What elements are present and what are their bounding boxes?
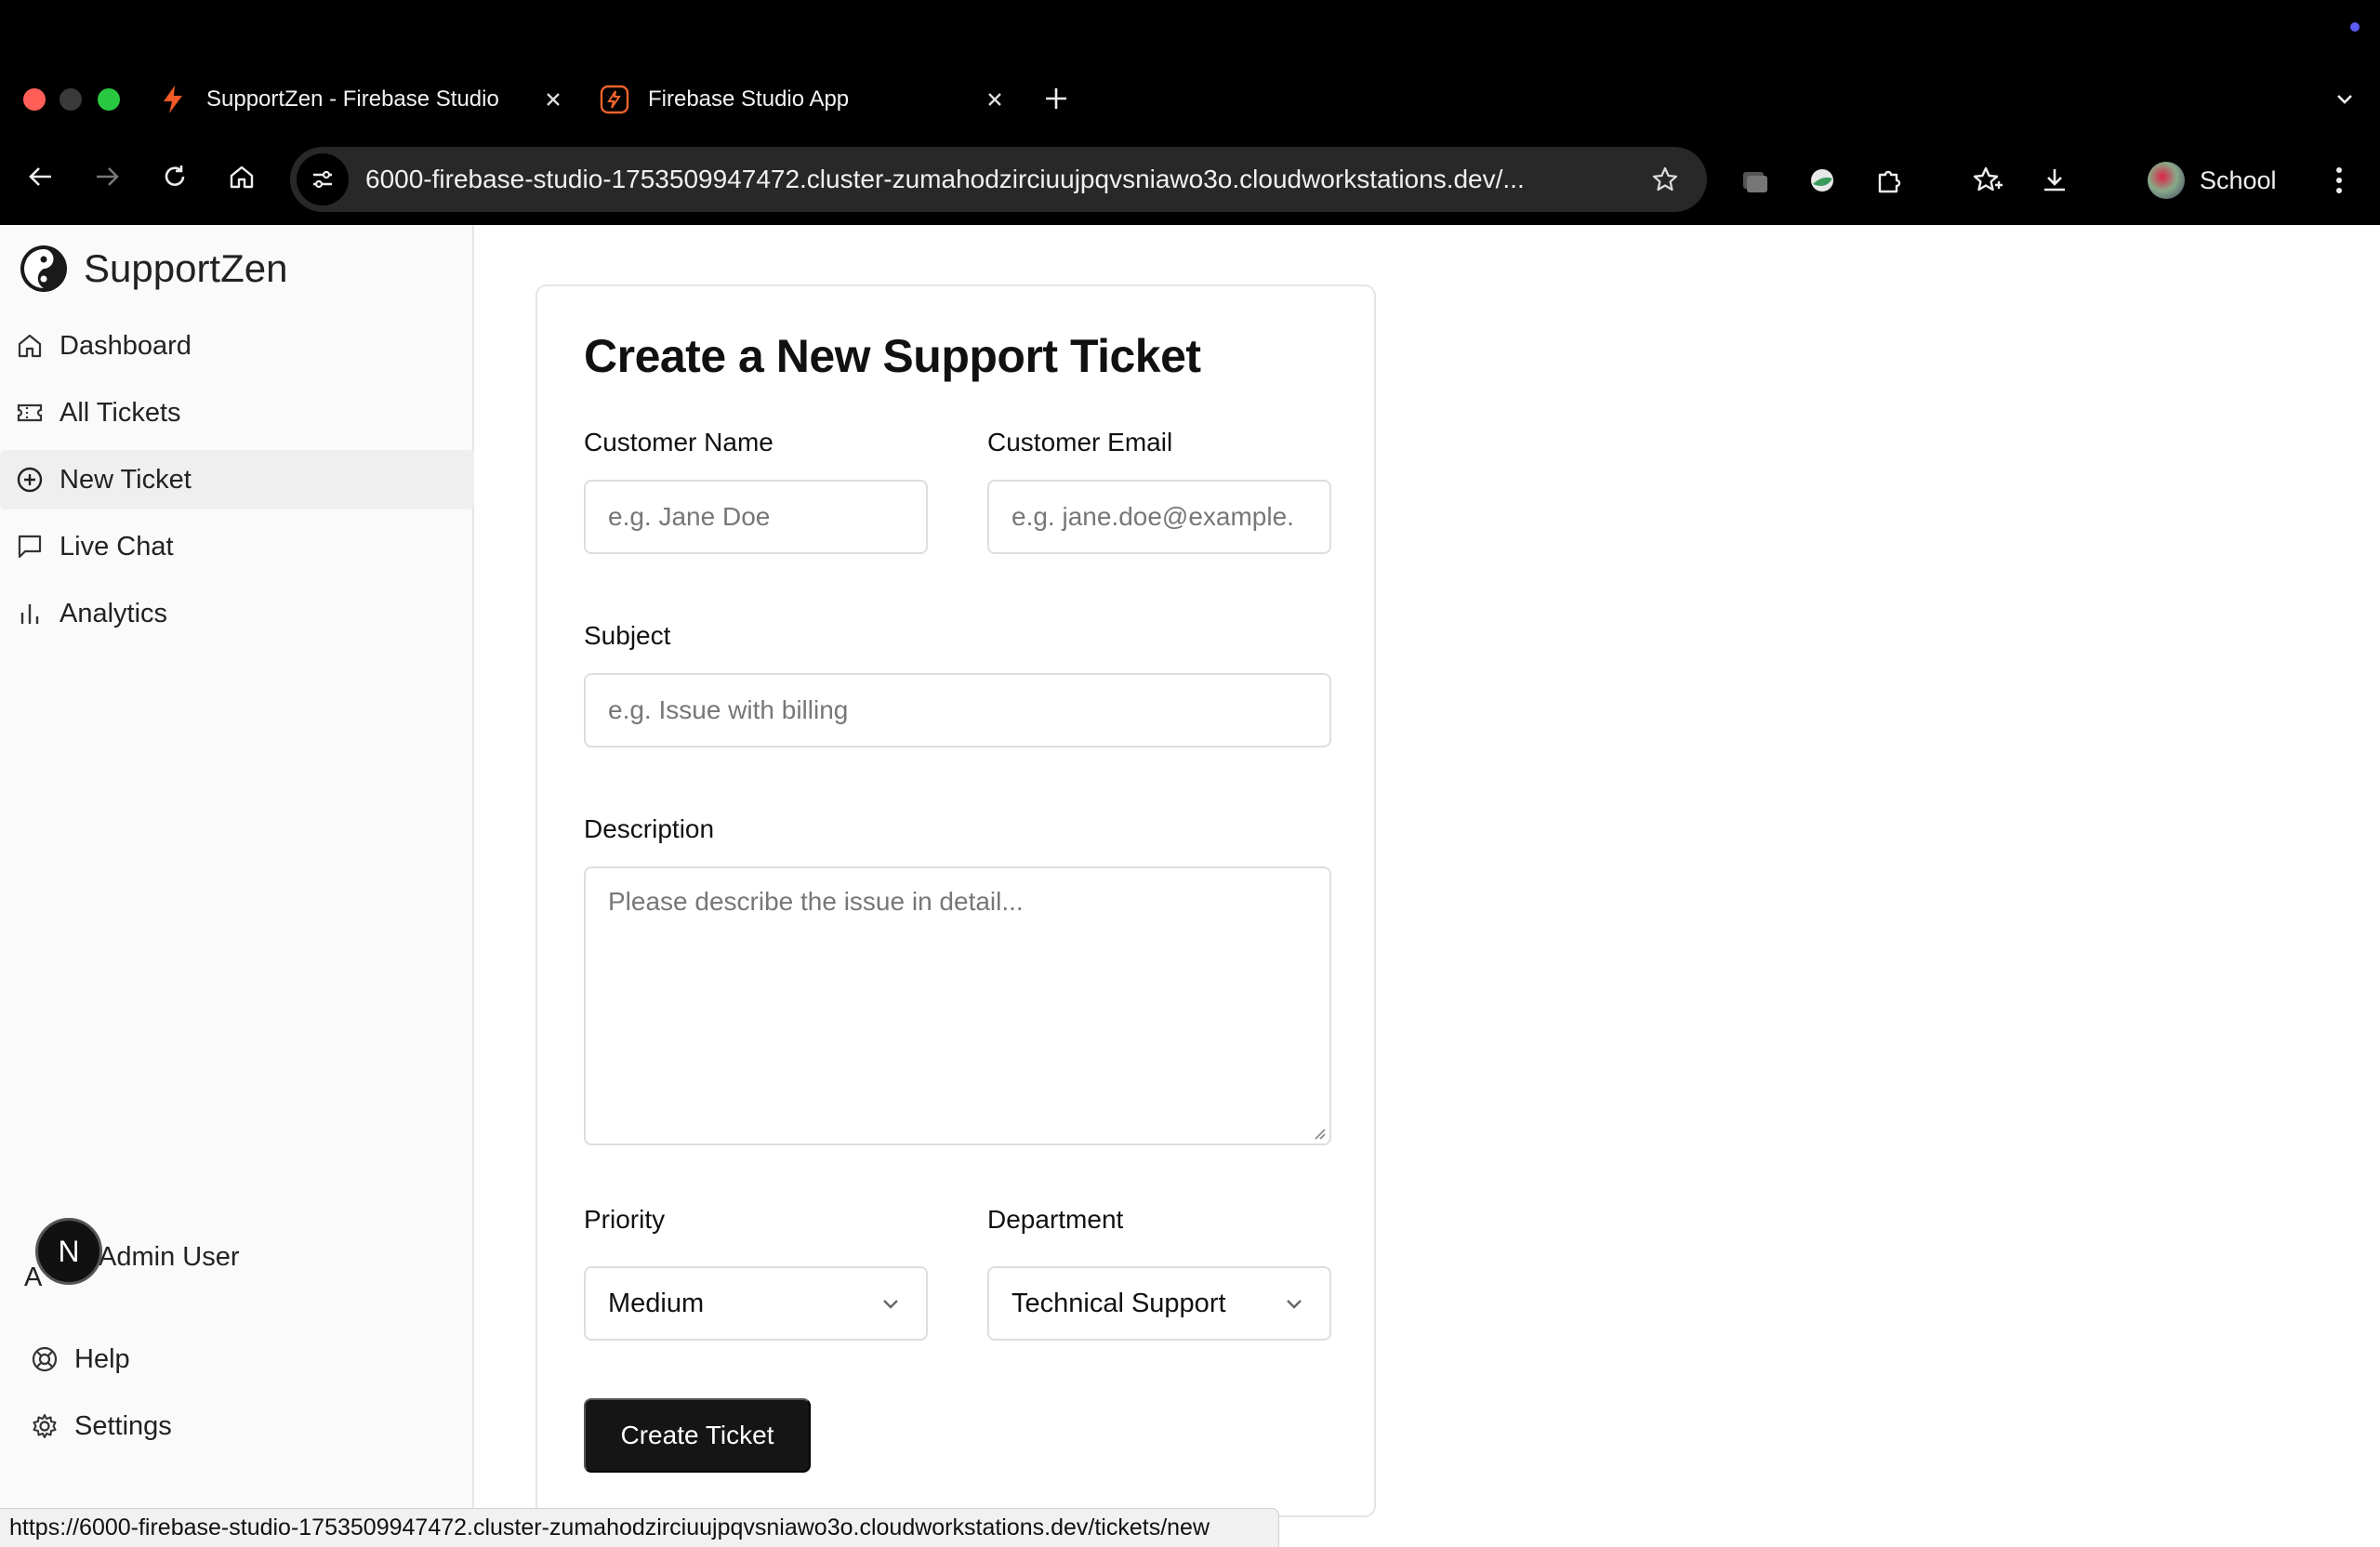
sidebar-item-help[interactable]: Help (30, 1329, 172, 1389)
link-status-bar: https://6000-firebase-studio-17535099474… (0, 1508, 1279, 1547)
tab-supportzen[interactable]: SupportZen - Firebase Studio (158, 76, 567, 123)
site-settings-icon[interactable] (297, 153, 349, 205)
sidebar-item-dashboard[interactable]: Dashboard (0, 316, 474, 376)
new-tab-icon[interactable] (1039, 82, 1073, 115)
department-label: Department (987, 1205, 1124, 1234)
tab-title: Firebase Studio App (648, 86, 850, 112)
profile-avatar (2148, 162, 2185, 199)
notification-dot (2350, 22, 2360, 32)
customer-name-label: Customer Name (584, 428, 774, 456)
lifebuoy-icon (30, 1344, 60, 1374)
description-label: Description (584, 814, 715, 843)
home-icon (15, 331, 45, 361)
brand-name: SupportZen (84, 246, 288, 290)
close-tab-icon[interactable] (981, 86, 1009, 113)
reload-icon[interactable] (156, 158, 193, 195)
close-window-button[interactable] (23, 88, 46, 111)
minimize-window-button[interactable] (60, 88, 82, 111)
customer-name-input[interactable]: e.g. Jane Doe (584, 480, 928, 554)
profile-button[interactable]: School (2148, 158, 2277, 203)
tab-firebase-studio-app[interactable]: Firebase Studio App (600, 76, 1009, 123)
ticket-icon (15, 398, 45, 428)
profile-name: School (2200, 165, 2277, 194)
sidebar-item-label: Live Chat (60, 531, 174, 562)
sidebar-item-label: Help (74, 1343, 130, 1374)
firebase-icon (158, 85, 188, 114)
gear-icon (30, 1411, 60, 1441)
bottom-nav: Help Settings (30, 1329, 172, 1463)
dev-tools-badge[interactable]: N (35, 1218, 102, 1285)
sidebar-item-analytics[interactable]: Analytics (0, 584, 474, 643)
back-icon[interactable] (22, 158, 60, 195)
subject-input[interactable]: e.g. Issue with billing (584, 673, 1331, 747)
plus-circle-icon (15, 465, 45, 495)
close-tab-icon[interactable] (539, 86, 567, 113)
sidebar-item-label: New Ticket (60, 464, 192, 495)
sidebar-item-label: Dashboard (60, 330, 192, 361)
priority-label: Priority (584, 1205, 666, 1234)
maximize-window-button[interactable] (98, 88, 120, 111)
extension-orb-icon[interactable] (1804, 162, 1841, 199)
sidebar-item-live-chat[interactable]: Live Chat (0, 517, 474, 576)
subject-label: Subject (584, 621, 671, 650)
bar-chart-icon (15, 599, 45, 628)
description-placeholder: Please describe the issue in detail... (608, 887, 1024, 916)
customer-email-input[interactable]: e.g. jane.doe@example. (987, 480, 1331, 554)
message-icon (15, 532, 45, 562)
tab-title: SupportZen - Firebase Studio (206, 86, 499, 112)
new-ticket-card: Create a New Support Ticket Customer Nam… (536, 284, 1376, 1517)
priority-value: Medium (608, 1288, 705, 1318)
create-ticket-button[interactable]: Create Ticket (584, 1398, 811, 1473)
department-select[interactable]: Technical Support (987, 1266, 1331, 1341)
sidebar-item-label: Analytics (60, 598, 168, 628)
firebase-studio-icon (600, 85, 629, 114)
department-value: Technical Support (1012, 1288, 1226, 1318)
chevron-down-icon[interactable] (2328, 82, 2361, 115)
supportzen-logo-icon (20, 245, 67, 292)
main-nav: Dashboard All Tickets New Ticket Live Ch… (0, 316, 474, 651)
sidebar-item-all-tickets[interactable]: All Tickets (0, 383, 474, 443)
user-name[interactable]: Admin User (99, 1242, 240, 1273)
bookmark-star-icon[interactable] (1646, 161, 1684, 198)
page-title: Create a New Support Ticket (584, 330, 1201, 382)
extensions-puzzle-icon[interactable] (1871, 162, 1908, 199)
sidebar-item-label: All Tickets (60, 397, 181, 428)
chevron-down-icon (883, 1300, 898, 1309)
sidebar-item-new-ticket[interactable]: New Ticket (0, 450, 474, 509)
chevron-down-icon (1287, 1300, 1302, 1309)
brand[interactable]: SupportZen (19, 244, 287, 294)
url-text: 6000-firebase-studio-1753509947472.clust… (365, 165, 1525, 193)
download-icon[interactable] (2036, 162, 2073, 199)
sidebar: SupportZen Dashboard All Tickets New Tic… (0, 225, 474, 1547)
address-bar[interactable]: 6000-firebase-studio-1753509947472.clust… (290, 147, 1707, 212)
resize-grip-icon[interactable] (1313, 1127, 1326, 1140)
customer-email-label: Customer Email (987, 428, 1173, 456)
sidebar-item-settings[interactable]: Settings (30, 1396, 172, 1456)
forward-icon[interactable] (88, 158, 126, 195)
browser-chrome: SupportZen - Firebase Studio Firebase St… (0, 0, 2380, 225)
priority-select[interactable]: Medium (584, 1266, 928, 1341)
kebab-menu-icon[interactable] (2320, 162, 2358, 199)
favorites-star-icon[interactable] (1969, 162, 2006, 199)
home-icon[interactable] (223, 158, 260, 195)
sidebar-item-label: Settings (74, 1410, 172, 1441)
description-textarea[interactable]: Please describe the issue in detail... (584, 866, 1331, 1145)
tab-search-icon[interactable] (1737, 162, 1774, 199)
